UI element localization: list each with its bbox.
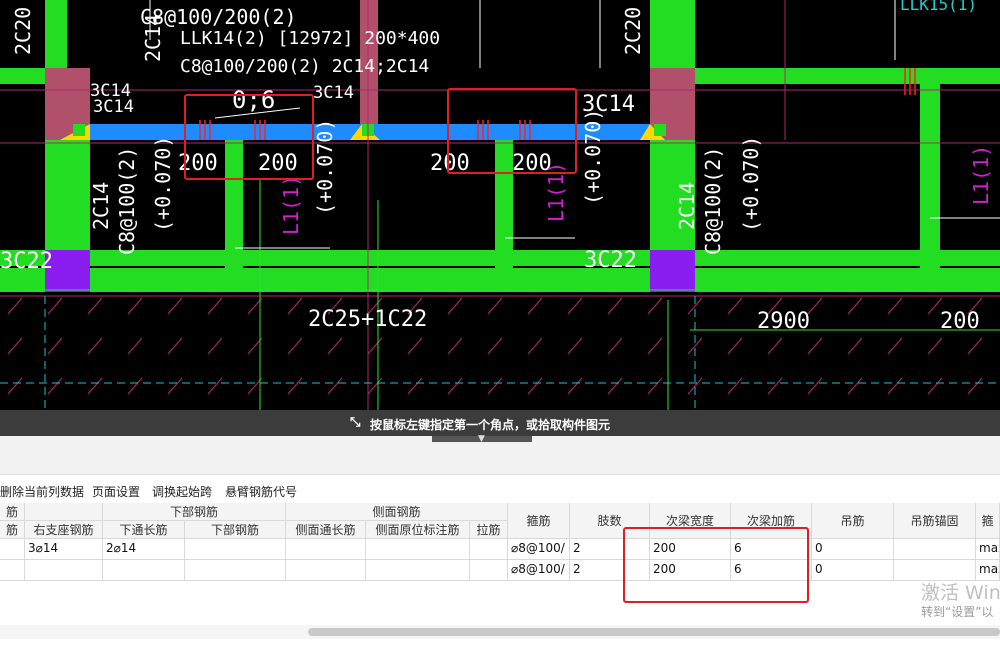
label-vert-c8-b: C8@100(2) <box>701 147 725 255</box>
label-2c25: 2C25+1C22 <box>308 307 427 332</box>
highlight-box-table <box>623 527 809 603</box>
table-cell[interactable] <box>470 539 508 560</box>
table-cell[interactable] <box>470 560 508 581</box>
col-header-hanger: 吊筋 <box>812 503 894 539</box>
col-header-tie-bar: 拉筋 <box>470 521 508 539</box>
activation-watermark: 激活 Win <box>921 582 1000 604</box>
table-cell[interactable]: ⌀8@100/ <box>508 560 570 581</box>
col-header-side-in-situ: 侧面原位标注筋 <box>366 521 470 539</box>
activation-watermark-sub: 转到“设置”以 <box>921 605 994 619</box>
crosshair-icon: ⤡ <box>350 415 361 430</box>
beam-top-right <box>695 68 1000 84</box>
label-3c22-left: 3C22 <box>0 249 53 274</box>
table-toolbar: 删除当前列数据 页面设置 调换起始跨 悬臂钢筋代号 <box>0 478 1000 502</box>
label-2c20-left: 2C20 <box>11 7 35 55</box>
table-cell[interactable] <box>366 539 470 560</box>
table-cell[interactable]: ⌀8@100/ <box>508 539 570 560</box>
table-cell[interactable]: max <box>976 539 1000 560</box>
label-vert-2c14-a: 2C14 <box>89 182 113 230</box>
col-header-side-through: 侧面通长筋 <box>286 521 366 539</box>
label-2c14-top: 2C14 <box>141 14 165 62</box>
cantilever-rebar-code-button[interactable]: 悬臂钢筋代号 <box>225 483 297 500</box>
table-cell[interactable] <box>185 539 286 560</box>
table-cell[interactable]: 0 <box>812 560 894 581</box>
table-cell[interactable] <box>0 560 25 581</box>
col-header-right-support: 右支座钢筋 <box>25 521 103 539</box>
column-purple-right <box>650 250 695 292</box>
cad-drawing[interactable]: C8@100/200(2) LLK14(2) [12972] 200*400 C… <box>0 0 1000 410</box>
label-vert-l1-c: L1(1) <box>969 145 993 205</box>
label-vert-c8-a: C8@100(2) <box>115 147 139 255</box>
grip-left[interactable] <box>73 124 85 136</box>
col-left-lower <box>45 140 90 250</box>
table-cell[interactable]: 0 <box>812 539 894 560</box>
beam-top-left <box>0 68 45 84</box>
rebar-table: 筋 下部钢筋 侧面钢筋 筋 右支座钢筋 下通长筋 下部钢筋 侧面通长筋 侧面原位… <box>0 503 1000 623</box>
label-beam-stirrup: C8@100/200(2) 2C14;2C14 <box>180 56 429 77</box>
label-beam-name: LLK14(2) [12972] 200*400 <box>180 28 440 49</box>
table-cell[interactable] <box>0 539 25 560</box>
col-strip-2 <box>650 0 695 68</box>
table-cell[interactable]: 2⌀14 <box>103 539 185 560</box>
col-header-hanger-anchor: 吊筋锚固 <box>894 503 976 539</box>
label-200-e: 200 <box>940 309 980 334</box>
table-cell[interactable] <box>185 560 286 581</box>
swap-start-span-button[interactable]: 调换起始跨 <box>152 483 212 500</box>
status-message: 按鼠标左键指定第一个角点，或拾取构件图元 <box>370 418 611 432</box>
col-header-lower-bar: 下部钢筋 <box>185 521 286 539</box>
col-header-lower-through: 下通长筋 <box>103 521 185 539</box>
label-vert-elev-b: (+0.070) <box>313 119 337 215</box>
col-header-partial-last: 箍 <box>976 503 1000 539</box>
table-cell[interactable] <box>25 560 103 581</box>
highlight-box-left <box>184 94 314 180</box>
table-cell[interactable] <box>366 560 470 581</box>
grip-right[interactable] <box>654 124 666 136</box>
col-far-right <box>920 84 940 284</box>
highlight-box-right <box>447 88 577 174</box>
label-2900: 2900 <box>757 309 810 334</box>
beam-lower <box>0 268 1000 292</box>
label-3c14-b: 3C14 <box>93 97 134 117</box>
col-header-partial: 筋 <box>0 521 25 539</box>
table-cell[interactable]: 3⌀14 <box>25 539 103 560</box>
beam-mid-right <box>695 250 1000 266</box>
col-header-stirrup: 箍筋 <box>508 503 570 539</box>
group-header-blank <box>25 503 103 521</box>
panel-splitter[interactable]: ▼ <box>0 434 1000 475</box>
horizontal-scrollbar-thumb[interactable] <box>308 628 1000 636</box>
label-vert-elev-d: (+0.070) <box>739 136 763 232</box>
page-setup-button[interactable]: 页面设置 <box>92 483 140 500</box>
label-top-right: LLK15(1) <box>900 0 977 14</box>
label-vert-elev-c: (+0.070) <box>581 109 605 205</box>
table-cell[interactable] <box>894 539 976 560</box>
beam-mid <box>90 250 650 266</box>
label-3c14-c: 3C14 <box>313 83 354 103</box>
status-bar: ⤡ 按鼠标左键指定第一个角点，或拾取构件图元 <box>0 410 1000 436</box>
collapse-arrow-icon[interactable]: ▼ <box>478 434 485 444</box>
label-vert-l1-a: L1(1) <box>279 175 303 235</box>
col-strip-1 <box>45 0 67 68</box>
group-header-side: 侧面钢筋 <box>286 503 508 521</box>
label-vert-elev-a: (+0.070) <box>151 136 175 232</box>
table-cell[interactable] <box>286 539 366 560</box>
label-2c20-right: 2C20 <box>621 7 645 55</box>
group-header-lower: 下部钢筋 <box>103 503 286 521</box>
table-cell[interactable] <box>103 560 185 581</box>
group-header-partial: 筋 <box>0 503 25 521</box>
delete-column-data-button[interactable]: 删除当前列数据 <box>0 483 84 500</box>
slab-hatch <box>0 292 1000 410</box>
cad-canvas[interactable]: C8@100/200(2) LLK14(2) [12972] 200*400 C… <box>0 0 1000 410</box>
table-cell[interactable] <box>286 560 366 581</box>
label-3c22-mid: 3C22 <box>584 248 637 273</box>
label-vert-2c14-b: 2C14 <box>675 182 699 230</box>
